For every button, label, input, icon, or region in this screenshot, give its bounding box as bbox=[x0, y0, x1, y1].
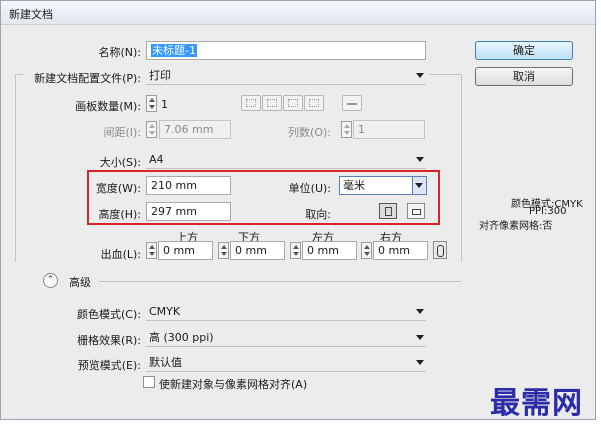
name-input[interactable]: 未标题-1 bbox=[146, 41, 426, 60]
spacing-input: 7.06 mm bbox=[159, 120, 231, 139]
bleed-label: 出血(L): bbox=[100, 248, 141, 261]
color-mode-value: CMYK bbox=[149, 305, 181, 318]
units-dropdown-button[interactable] bbox=[412, 177, 426, 194]
units-label: 单位(U): bbox=[288, 182, 331, 195]
size-select[interactable]: A4 bbox=[146, 150, 426, 169]
raster-select[interactable]: 高 (300 ppi) bbox=[146, 328, 426, 347]
bleed-left-spinner[interactable] bbox=[290, 242, 301, 259]
ok-button[interactable]: 确定 bbox=[475, 41, 573, 60]
bleed-right-input[interactable]: 0 mm bbox=[373, 241, 428, 260]
chevron-down-icon bbox=[416, 73, 424, 78]
grid-by-column-icon[interactable] bbox=[262, 95, 282, 111]
chevron-down-icon bbox=[416, 157, 424, 162]
units-value: 毫米 bbox=[343, 179, 365, 192]
bleed-left-input[interactable]: 0 mm bbox=[302, 241, 357, 260]
advanced-divider bbox=[99, 281, 461, 282]
width-input[interactable]: 210 mm bbox=[146, 176, 231, 195]
spacing-label: 间距(I): bbox=[103, 126, 141, 139]
right-to-left-icon[interactable] bbox=[342, 95, 362, 111]
raster-value: 高 (300 ppi) bbox=[149, 331, 214, 344]
preview-label: 预览模式(E): bbox=[77, 359, 141, 372]
bleed-right-spinner[interactable] bbox=[361, 242, 372, 259]
color-mode-label: 颜色模式(C): bbox=[77, 308, 141, 321]
raster-label: 栅格效果(R): bbox=[77, 334, 141, 347]
advanced-label: 高级 bbox=[69, 276, 91, 289]
profile-value: 打印 bbox=[149, 69, 171, 82]
profile-label: 新建文档配置文件(P): bbox=[34, 72, 141, 85]
spacing-spinner bbox=[146, 121, 157, 138]
title-bar: 新建文档 bbox=[1, 1, 595, 25]
chevron-down-icon bbox=[416, 335, 424, 340]
color-mode-select[interactable]: CMYK bbox=[146, 302, 426, 321]
columns-label: 列数(O): bbox=[288, 126, 331, 139]
info-ppi: PPI:300 bbox=[529, 206, 567, 217]
info-align: 对齐像素网格:否 bbox=[479, 221, 553, 232]
name-label: 名称(N): bbox=[98, 46, 141, 59]
orientation-label: 取向: bbox=[305, 208, 331, 221]
bleed-bottom-input[interactable]: 0 mm bbox=[230, 241, 285, 260]
align-pixel-grid-label[interactable]: 使新建对象与像素网格对齐(A) bbox=[159, 376, 307, 392]
arrange-by-row-icon[interactable] bbox=[283, 95, 303, 111]
window-title: 新建文档 bbox=[9, 8, 53, 21]
align-pixel-grid-checkbox[interactable] bbox=[143, 376, 155, 388]
grid-by-row-icon[interactable] bbox=[241, 95, 261, 111]
new-document-dialog: 新建文档 确定 取消 名称(N): 未标题-1 新建文档配置文件(P): 打印 … bbox=[0, 0, 596, 420]
bleed-top-spinner[interactable] bbox=[146, 242, 157, 259]
artboards-value[interactable]: 1 bbox=[161, 98, 168, 111]
units-select[interactable]: 毫米 bbox=[339, 176, 427, 195]
bleed-top-input[interactable]: 0 mm bbox=[158, 241, 213, 260]
landscape-icon[interactable] bbox=[407, 203, 425, 219]
group-border-left bbox=[15, 74, 16, 262]
cancel-button[interactable]: 取消 bbox=[475, 67, 573, 86]
chevron-down-icon bbox=[416, 309, 424, 314]
profile-select[interactable]: 打印 bbox=[146, 66, 426, 85]
collapse-advanced-icon[interactable]: ⌃ bbox=[43, 273, 58, 288]
watermark-logo: 最需网 bbox=[490, 386, 583, 421]
artboards-label: 画板数量(M): bbox=[75, 100, 141, 113]
artboards-spinner[interactable] bbox=[146, 95, 157, 112]
size-value: A4 bbox=[149, 153, 164, 166]
link-icon[interactable] bbox=[433, 241, 447, 259]
columns-input: 1 bbox=[353, 120, 425, 139]
group-border-right bbox=[461, 74, 462, 262]
preview-value: 默认值 bbox=[149, 356, 182, 369]
group-border-top-left bbox=[15, 74, 23, 75]
group-border-top-right bbox=[429, 74, 461, 75]
height-label: 高度(H): bbox=[98, 208, 141, 221]
chevron-down-icon bbox=[415, 183, 423, 188]
bleed-bottom-spinner[interactable] bbox=[218, 242, 229, 259]
size-label: 大小(S): bbox=[99, 156, 141, 169]
arrange-by-column-icon[interactable] bbox=[304, 95, 324, 111]
width-label: 宽度(W): bbox=[95, 182, 141, 195]
height-input[interactable]: 297 mm bbox=[146, 202, 231, 221]
name-value: 未标题-1 bbox=[151, 44, 197, 57]
chevron-down-icon bbox=[416, 360, 424, 365]
columns-spinner bbox=[341, 121, 352, 138]
portrait-icon[interactable] bbox=[379, 203, 397, 219]
preview-select[interactable]: 默认值 bbox=[146, 353, 426, 372]
